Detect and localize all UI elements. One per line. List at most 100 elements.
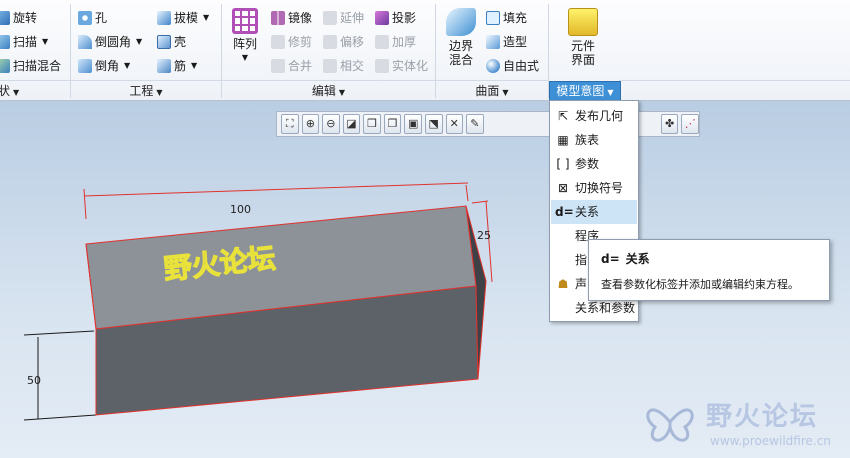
datum-points-button[interactable]: ⋰	[681, 114, 699, 134]
pattern-button[interactable]: 阵列 ▼	[228, 8, 262, 65]
shape-group-label[interactable]: 状 ▼	[0, 80, 70, 101]
merge-button[interactable]: 合并	[271, 56, 312, 76]
view-manager-button[interactable]: ▣	[404, 114, 422, 134]
parameters-icon: [ ]	[556, 157, 570, 171]
tooltip-header: d= 关系	[601, 250, 650, 267]
chevron-down-icon[interactable]: ▼	[136, 32, 142, 52]
forum-watermark: 野火论坛 www.proewildfire.cn	[640, 390, 850, 458]
repaint-icon: ◪	[346, 117, 357, 130]
dimension-width[interactable]: 25	[477, 229, 491, 242]
revolve-button[interactable]: 旋转	[0, 8, 37, 28]
butterfly-logo-icon	[646, 408, 694, 442]
datum-display-icon: ✕	[449, 117, 459, 130]
chevron-down-icon[interactable]: ▼	[42, 32, 48, 52]
hole-button[interactable]: 孔	[78, 8, 107, 28]
swept-blend-button[interactable]: 扫描混合	[0, 56, 61, 76]
style-button[interactable]: 造型	[486, 32, 527, 52]
extend-button[interactable]: 延伸	[323, 8, 364, 28]
menu-item-relations[interactable]: d= 关系	[551, 200, 637, 224]
menu-item-publish-geometry[interactable]: ⇱ 发布几何	[551, 104, 637, 128]
shell-button[interactable]: 壳	[157, 32, 186, 52]
edit-group-label[interactable]: 编辑 ▼	[222, 80, 435, 101]
chevron-down-icon[interactable]: ▼	[191, 56, 197, 76]
shape-group-label-text: 状	[0, 84, 11, 98]
switch-symbols-icon: ⊠	[557, 181, 569, 195]
refit-button[interactable]: ⛶	[281, 114, 299, 134]
offset-icon	[323, 35, 337, 49]
chevron-down-icon[interactable]: ▼	[203, 8, 209, 28]
saved-views-icon: ❐	[387, 117, 398, 130]
trim-icon	[271, 35, 285, 49]
menu-item-switch-symbols[interactable]: ⊠ 切换符号	[551, 176, 637, 200]
ribbon: 旋转 扫描 ▼ 扫描混合 状▼ 孔 倒圆角 ▼ 倒角 ▼ 拔模 ▼ 壳 筋 ▼	[0, 0, 850, 101]
thicken-icon	[375, 35, 389, 49]
revolve-icon	[0, 11, 10, 25]
intersect-icon	[323, 59, 337, 73]
display-style-button[interactable]: ❒	[363, 114, 381, 134]
datum-display-button[interactable]: ✕	[445, 114, 464, 134]
intersect-button[interactable]: 相交	[323, 56, 364, 76]
publish-geometry-icon: ⇱	[557, 109, 569, 123]
offset-button[interactable]: 偏移	[323, 32, 364, 52]
trim-button[interactable]: 修剪	[271, 32, 312, 52]
thicken-button[interactable]: 加厚	[375, 32, 416, 52]
repaint-button[interactable]: ◪	[342, 114, 361, 134]
boundary-blend-icon	[446, 8, 476, 36]
chevron-down-icon: ▼	[338, 88, 346, 97]
draft-button[interactable]: 拔模 ▼	[157, 8, 209, 28]
component-interface-icon	[568, 8, 598, 36]
display-style-icon: ❒	[367, 117, 377, 130]
chevron-down-icon[interactable]: ▼	[124, 56, 130, 76]
chamfer-icon	[78, 59, 92, 73]
zoom-out-icon: ⊖	[326, 117, 336, 130]
round-button[interactable]: 倒圆角 ▼	[78, 32, 142, 52]
dimension-height[interactable]: 50	[27, 374, 41, 387]
annotation-display-button[interactable]: ✎	[466, 114, 484, 134]
perspective-button[interactable]: ⬔	[424, 114, 443, 134]
model-intent-tab[interactable]: 模型意图 ▼	[549, 81, 621, 101]
freestyle-icon	[486, 59, 500, 73]
spin-center-button[interactable]: ✤	[660, 114, 679, 134]
group-label-empty	[619, 80, 850, 101]
family-table-icon: ▦	[557, 133, 569, 147]
swept-blend-icon	[0, 59, 10, 73]
round-icon	[78, 35, 92, 49]
relations-icon: d=	[555, 205, 574, 219]
mirror-button[interactable]: 镜像	[271, 8, 312, 28]
perspective-icon: ⬔	[428, 117, 439, 130]
zoom-out-button[interactable]: ⊖	[322, 114, 340, 134]
style-icon	[486, 35, 500, 49]
chevron-down-icon: ▼	[607, 88, 614, 97]
pattern-icon	[232, 8, 258, 34]
tooltip-relations-icon: d=	[601, 251, 620, 266]
hole-icon	[78, 11, 92, 25]
saved-views-button[interactable]: ❐	[383, 114, 402, 134]
spin-center-icon: ✤	[665, 117, 675, 130]
shell-icon	[157, 35, 171, 49]
menu-item-family-table[interactable]: ▦ 族表	[551, 128, 637, 152]
freestyle-button[interactable]: 自由式	[486, 56, 539, 76]
chamfer-button[interactable]: 倒角 ▼	[78, 56, 130, 76]
boundary-blend-button[interactable]: 边界 混合	[441, 8, 481, 67]
menu-item-parameters[interactable]: [ ] 参数	[551, 152, 637, 176]
solidify-button[interactable]: 实体化	[375, 56, 428, 76]
rib-button[interactable]: 筋 ▼	[157, 56, 197, 76]
engineering-group-label[interactable]: 工程 ▼	[71, 80, 221, 101]
refit-icon: ⛶	[285, 117, 294, 130]
zoom-in-button[interactable]: ⊕	[301, 114, 320, 134]
component-interface-button[interactable]: 元件 界面	[560, 8, 606, 67]
dimension-length[interactable]: 100	[230, 203, 251, 216]
fill-icon	[486, 11, 500, 25]
solidify-icon	[375, 59, 389, 73]
extend-icon	[323, 11, 337, 25]
project-button[interactable]: 投影	[375, 8, 416, 28]
draft-icon	[157, 11, 171, 25]
fill-button[interactable]: 填充	[486, 8, 527, 28]
datum-points-icon: ⋰	[684, 117, 696, 130]
declare-icon: ☗	[557, 277, 569, 291]
watermark-title: 野火论坛	[706, 402, 819, 432]
surface-group-label[interactable]: 曲面 ▼	[436, 80, 548, 101]
chevron-down-icon: ▼	[156, 88, 163, 97]
zoom-in-icon: ⊕	[305, 117, 315, 130]
sweep-button[interactable]: 扫描 ▼	[0, 32, 48, 52]
